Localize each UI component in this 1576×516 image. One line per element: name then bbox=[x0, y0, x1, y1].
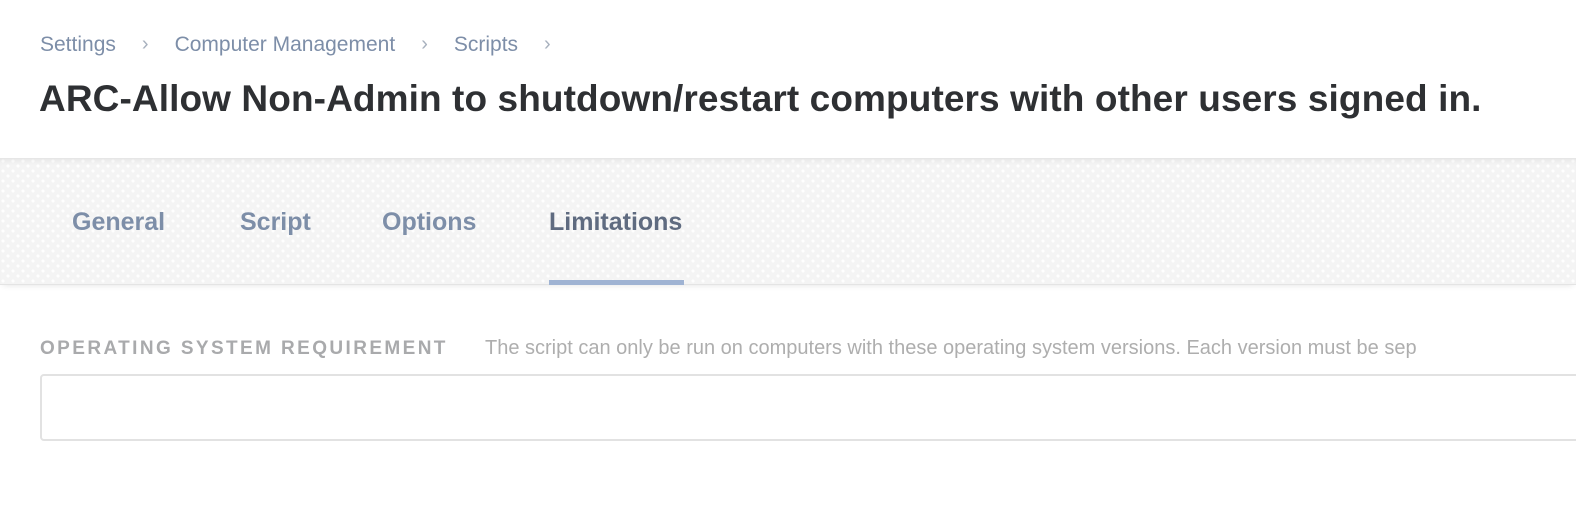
tab-general[interactable]: General bbox=[72, 208, 165, 237]
breadcrumb-settings[interactable]: Settings bbox=[40, 33, 116, 57]
tab-bar: General Script Options Limitations bbox=[0, 158, 1576, 285]
tab-options[interactable]: Options bbox=[382, 208, 476, 237]
os-requirement-label: OPERATING SYSTEM REQUIREMENT bbox=[40, 338, 448, 359]
tab-script[interactable]: Script bbox=[240, 208, 311, 237]
breadcrumb: Settings › Computer Management › Scripts… bbox=[40, 33, 577, 57]
chevron-right-icon: › bbox=[141, 32, 149, 55]
active-tab-indicator bbox=[549, 280, 684, 285]
chevron-right-icon: › bbox=[421, 32, 428, 55]
chevron-right-icon: › bbox=[544, 32, 551, 55]
os-requirement-description: The script can only be run on computers … bbox=[485, 337, 1417, 359]
page-title: ARC-Allow Non-Admin to shutdown/restart … bbox=[39, 78, 1482, 119]
tab-limitations[interactable]: Limitations bbox=[549, 208, 682, 237]
page-header: Settings › Computer Management › Scripts… bbox=[0, 0, 1576, 158]
breadcrumb-scripts[interactable]: Scripts bbox=[454, 33, 518, 57]
os-requirement-input[interactable] bbox=[40, 374, 1576, 441]
breadcrumb-computer-management[interactable]: Computer Management bbox=[175, 33, 396, 57]
